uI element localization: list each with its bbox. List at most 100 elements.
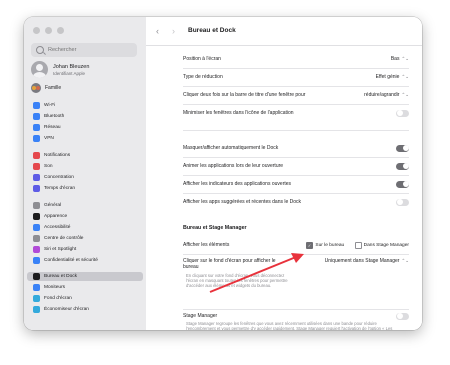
sidebar-item-general[interactable]: Général xyxy=(27,201,143,210)
updown-chevron-icon: ⌃⌄ xyxy=(401,56,409,61)
double-click-popup[interactable]: réduire/agrandir ⌃⌄ xyxy=(364,92,409,98)
sidebar-item-bluetooth[interactable]: Bluetooth xyxy=(27,112,143,121)
minimize-into-app-toggle[interactable] xyxy=(396,109,409,117)
minimize-window-button[interactable] xyxy=(45,27,52,34)
animate-row: Animer les applications lors de leur ouv… xyxy=(183,158,409,174)
click-wallpaper-popup[interactable]: Uniquement dans Stage Manager ⌃⌄ xyxy=(325,258,409,264)
dock-position-value: Bas xyxy=(390,56,400,62)
sidebar-item-sound[interactable]: Son xyxy=(27,162,143,171)
minimize-into-app-row: Minimiser les fenêtres dans l'icône de l… xyxy=(183,105,409,121)
click-wallpaper-row: Cliquer sur le fond d'écran pour affiche… xyxy=(183,255,409,273)
sidebar-item-accessibility[interactable]: Accessibilité xyxy=(27,223,143,232)
sidebar-item-wifi[interactable]: Wi-Fi xyxy=(27,101,143,110)
stage-manager-description: Stage Manager regroupe les fenêtres que … xyxy=(186,321,393,330)
updown-chevron-icon: ⌃⌄ xyxy=(401,258,409,263)
gear-icon xyxy=(33,202,40,209)
siri-icon xyxy=(33,246,40,253)
dock-position-popup[interactable]: Bas ⌃⌄ xyxy=(391,56,409,62)
click-wallpaper-label: Cliquer sur le fond d'écran pour affiche… xyxy=(183,258,276,270)
double-click-value: réduire/agrandir xyxy=(364,92,400,98)
sidebar-item-label: Accessibilité xyxy=(44,225,71,230)
indicators-row: Afficher les indicateurs des application… xyxy=(183,176,409,192)
sidebar-item-desktop-dock[interactable]: Bureau et Dock xyxy=(27,272,143,281)
double-click-row: Cliquer deux fois sur la barre de titre … xyxy=(183,87,409,103)
page-title: Bureau et Dock xyxy=(188,27,236,34)
search-field[interactable] xyxy=(31,43,137,57)
forward-button[interactable]: › xyxy=(172,26,175,36)
sidebar-item-appearance[interactable]: Apparence xyxy=(27,212,143,221)
main-pane: ‹ › Bureau et Dock Position à l'écran Ba… xyxy=(146,17,422,330)
updown-chevron-icon: ⌃⌄ xyxy=(401,92,409,97)
suggested-apps-toggle[interactable] xyxy=(396,198,409,206)
accessibility-icon xyxy=(33,224,40,231)
section-title: Bureau et Stage Manager xyxy=(183,225,247,231)
sidebar-item-label: Concentration xyxy=(44,175,74,180)
sidebar-item-label: Temps d'écran xyxy=(44,186,76,191)
sidebar-item-wallpaper[interactable]: Fond d'écran xyxy=(27,294,143,303)
sidebar-item-label: Économiseur d'écran xyxy=(44,307,89,312)
settings-window: Johan Bleuzen Identifiant Apple Famille … xyxy=(24,17,422,330)
on-desktop-checkbox[interactable]: Sur le bureau xyxy=(306,242,344,249)
sidebar-item-control-center[interactable]: Centre de contrôle xyxy=(27,234,143,243)
checkbox-checked-icon xyxy=(306,242,314,249)
dock-icon xyxy=(33,273,40,280)
indicators-label: Afficher les indicateurs des application… xyxy=(183,181,292,187)
sidebar-item-label: Notifications xyxy=(44,153,71,158)
stage-manager-row: Stage Manager xyxy=(183,311,409,321)
minimize-effect-popup[interactable]: Effet génie ⌃⌄ xyxy=(376,74,409,80)
click-wallpaper-description: En cliquant sur votre fond d'écran, vous… xyxy=(186,273,288,288)
sidebar-item-network[interactable]: Réseau xyxy=(27,123,143,132)
wifi-icon xyxy=(33,102,40,109)
sidebar-item-vpn[interactable]: VPN xyxy=(27,134,143,143)
search-icon xyxy=(36,46,44,54)
on-desktop-label: Sur le bureau xyxy=(315,243,345,248)
double-click-label: Cliquer deux fois sur la barre de titre … xyxy=(183,92,306,98)
checkbox-empty-icon xyxy=(354,242,362,249)
window-controls xyxy=(33,27,64,34)
sidebar-item-focus[interactable]: Concentration xyxy=(27,173,143,182)
screensaver-icon xyxy=(33,306,40,313)
sidebar-item-label: Général xyxy=(44,203,62,208)
in-stage-manager-checkbox[interactable]: Dans Stage Manager xyxy=(354,242,409,249)
sidebar-item-label: Centre de contrôle xyxy=(44,236,84,241)
sidebar-item-privacy[interactable]: Confidentialité et sécurité xyxy=(27,256,143,265)
back-button[interactable]: ‹ xyxy=(156,26,159,36)
stage-manager-toggle[interactable] xyxy=(396,312,409,320)
suggested-apps-row: Afficher les apps suggérées et récentes … xyxy=(183,194,409,210)
sidebar-item-label: Apparence xyxy=(44,214,68,219)
autohide-toggle[interactable] xyxy=(396,144,409,152)
indicators-toggle[interactable] xyxy=(396,180,409,188)
sidebar-item-notifications[interactable]: Notifications xyxy=(27,151,143,160)
appearance-icon xyxy=(33,213,40,220)
click-wallpaper-value: Uniquement dans Stage Manager xyxy=(324,258,400,264)
sidebar-item-screen-time[interactable]: Temps d'écran xyxy=(27,184,143,193)
wallpaper-icon xyxy=(33,295,40,302)
sidebar-item-label: VPN xyxy=(44,136,54,141)
sidebar-item-label: Confidentialité et sécurité xyxy=(44,258,98,263)
sidebar-item-siri[interactable]: Siri et Spotlight xyxy=(27,245,143,254)
dock-position-row: Position à l'écran Bas ⌃⌄ xyxy=(183,51,409,67)
network-icon xyxy=(33,124,40,131)
display-icon xyxy=(33,284,40,291)
sound-icon xyxy=(33,163,40,170)
zoom-window-button[interactable] xyxy=(57,27,64,34)
hand-icon xyxy=(33,257,40,264)
account-row[interactable]: Johan Bleuzen Identifiant Apple xyxy=(31,61,89,78)
animate-toggle[interactable] xyxy=(396,162,409,170)
sidebar-item-label: Bureau et Dock xyxy=(44,274,78,279)
autohide-label: Masquer/afficher automatiquement le Dock xyxy=(183,145,279,151)
sidebar-item-screensaver[interactable]: Économiseur d'écran xyxy=(27,305,143,314)
divider xyxy=(183,309,409,310)
updown-chevron-icon: ⌃⌄ xyxy=(401,74,409,79)
minimize-effect-label: Type de réduction xyxy=(183,74,223,80)
close-window-button[interactable] xyxy=(33,27,40,34)
notifications-icon xyxy=(33,152,40,159)
family-row[interactable]: Famille xyxy=(31,83,61,93)
search-input[interactable] xyxy=(48,47,133,53)
sidebar-item-label: Siri et Spotlight xyxy=(44,247,77,252)
toolbar: ‹ › Bureau et Dock xyxy=(146,17,422,46)
family-icon xyxy=(31,83,41,93)
user-name: Johan Bleuzen xyxy=(53,63,90,70)
sidebar-item-displays[interactable]: Moniteurs xyxy=(27,283,143,292)
sidebar-item-label: Moniteurs xyxy=(44,285,66,290)
